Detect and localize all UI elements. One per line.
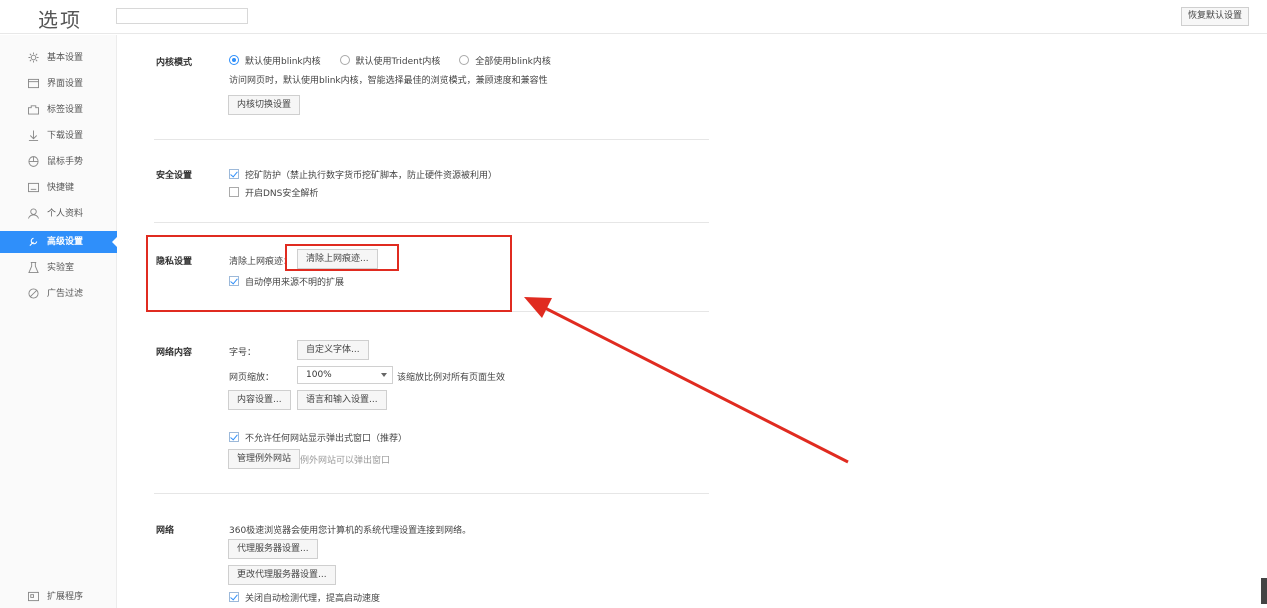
gear-icon — [28, 52, 39, 63]
divider — [154, 222, 709, 223]
checkbox-checked[interactable] — [229, 432, 239, 442]
radio[interactable] — [459, 55, 470, 65]
zoom-select[interactable]: 100% — [297, 366, 393, 384]
checkbox[interactable] — [229, 187, 239, 197]
kernel-options: 默认使用blink内核 默认使用Trident内核 全部使用blink内核 — [229, 54, 567, 67]
download-icon — [28, 130, 39, 141]
sidebar-item-tabs[interactable]: 标签设置 — [0, 99, 117, 121]
page-title: 选项 — [38, 8, 82, 32]
custom-font-button[interactable]: 自定义字体... — [297, 340, 369, 360]
dns-security-option[interactable]: 开启DNS安全解析 — [229, 186, 318, 199]
exceptions-hint: 例外网站可以弹出窗口 — [300, 456, 391, 466]
sidebar-item-label: 界面设置 — [47, 79, 84, 89]
sidebar-item-lab[interactable]: 实验室 — [0, 257, 117, 279]
proxy-settings-button[interactable]: 代理服务器设置... — [228, 539, 318, 559]
change-proxy-button[interactable]: 更改代理服务器设置... — [228, 565, 336, 585]
window-icon — [28, 78, 39, 89]
sidebar-item-download[interactable]: 下载设置 — [0, 125, 117, 147]
sidebar-item-label: 标签设置 — [47, 105, 84, 115]
sidebar-item-label: 广告过滤 — [47, 289, 84, 299]
sidebar-item-mouse[interactable]: 鼠标手势 — [0, 151, 117, 173]
sidebar-item-profile[interactable]: 个人资料 — [0, 203, 117, 225]
block-icon — [28, 288, 39, 299]
sidebar-item-ui[interactable]: 界面设置 — [0, 73, 117, 95]
sidebar-item-label: 快捷键 — [47, 183, 75, 193]
sidebar-item-label: 下载设置 — [47, 131, 84, 141]
zoom-hint: 该缩放比例对所有页面生效 — [397, 373, 506, 383]
sidebar-item-extensions[interactable]: 扩展程序 — [0, 586, 117, 608]
section-label-security: 安全设置 — [156, 171, 193, 181]
sidebar: 基本设置 界面设置 标签设置 下载设置 鼠标手势 快捷键 个人资料 高级设置 实… — [0, 35, 117, 608]
scrollbar-thumb[interactable] — [1261, 578, 1267, 604]
content-settings-button[interactable]: 内容设置... — [228, 390, 291, 410]
top-bar: 选项 恢复默认设置 — [0, 0, 1267, 34]
kernel-option-all-blink[interactable]: 全部使用blink内核 — [459, 54, 551, 67]
user-icon — [28, 208, 39, 219]
kernel-option-blink[interactable]: 默认使用blink内核 — [229, 54, 321, 67]
radio-selected[interactable] — [229, 55, 239, 65]
restore-defaults-button[interactable]: 恢复默认设置 — [1180, 7, 1249, 26]
lab-icon — [28, 262, 39, 273]
radio[interactable] — [339, 55, 350, 65]
mining-protection-option[interactable]: 挖矿防护（禁止执行数字货币挖矿脚本，防止硬件资源被利用） — [229, 168, 497, 181]
popup-block-option[interactable]: 不允许任何网站显示弹出式窗口（推荐） — [229, 431, 407, 444]
divider — [154, 139, 709, 140]
sidebar-item-label: 高级设置 — [47, 237, 84, 247]
search-input[interactable] — [116, 8, 248, 24]
font-size-label: 字号： — [229, 348, 257, 358]
zoom-value: 100% — [306, 370, 332, 380]
section-label-kernel: 内核模式 — [156, 58, 193, 68]
auto-detect-proxy-option[interactable]: 关闭自动检测代理，提高启动速度 — [229, 591, 380, 604]
section-label-network: 网络 — [156, 526, 175, 536]
checkbox-checked[interactable] — [229, 592, 239, 602]
sidebar-item-label: 鼠标手势 — [47, 157, 84, 167]
sidebar-item-adblock[interactable]: 广告过滤 — [0, 283, 117, 305]
sidebar-item-shortcuts[interactable]: 快捷键 — [0, 177, 117, 199]
divider — [154, 493, 709, 494]
network-description: 360极速浏览器会使用您计算机的系统代理设置连接到网络。 — [229, 526, 472, 536]
kernel-option-trident[interactable]: 默认使用Trident内核 — [339, 54, 440, 67]
zoom-label: 网页缩放： — [229, 373, 275, 383]
kernel-description: 访问网页时，默认使用blink内核，智能选择最佳的浏览模式，兼顾速度和兼容性 — [229, 76, 548, 86]
sidebar-item-label: 实验室 — [47, 263, 75, 273]
advanced-icon — [29, 237, 38, 247]
mouse-icon — [28, 156, 39, 167]
kernel-switch-button[interactable]: 内核切换设置 — [228, 95, 301, 115]
sidebar-item-basic[interactable]: 基本设置 — [0, 47, 117, 69]
language-input-button[interactable]: 语言和输入设置... — [297, 390, 387, 410]
sidebar-item-label: 扩展程序 — [47, 592, 84, 602]
section-label-web-content: 网络内容 — [156, 348, 193, 358]
sidebar-item-advanced[interactable]: 高级设置 — [0, 231, 117, 253]
manage-exceptions-button[interactable]: 管理例外网站 — [228, 449, 301, 469]
sidebar-item-label: 基本设置 — [47, 53, 84, 63]
chevron-down-icon — [381, 373, 387, 377]
annotation-box-clear-button — [285, 244, 399, 271]
sidebar-item-label: 个人资料 — [47, 209, 84, 219]
tab-icon — [28, 105, 39, 115]
checkbox-checked[interactable] — [229, 169, 239, 179]
settings-content: 内核模式 默认使用blink内核 默认使用Trident内核 全部使用blink… — [117, 35, 1257, 608]
extension-icon — [28, 591, 39, 602]
keyboard-icon — [28, 182, 39, 193]
